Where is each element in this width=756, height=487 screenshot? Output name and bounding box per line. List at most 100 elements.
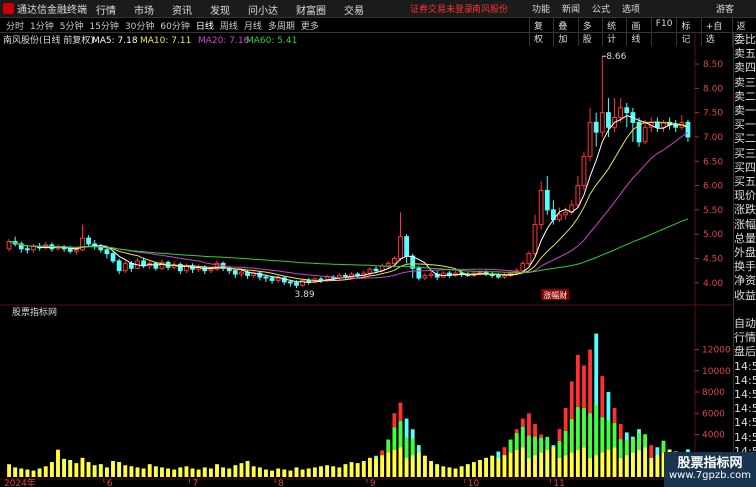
volume-bar-segment: [600, 452, 605, 477]
candle-body: [563, 211, 569, 216]
volume-bar-segment: [62, 458, 66, 477]
trade-login-alert[interactable]: 证券交易未登录: [410, 2, 473, 15]
tab-period[interactable]: 多周期: [268, 19, 295, 32]
chart-grid: [0, 33, 733, 487]
candle-body: [416, 267, 422, 279]
kline-chart[interactable]: 南风股份(日线 前复权) MA5: 7.18 MA10: 7.11 MA20: …: [0, 33, 733, 487]
volume-bar-segment: [270, 470, 274, 477]
candle-body: [587, 121, 593, 157]
volume-bar-segment: [643, 447, 648, 477]
volume-bar-segment: [533, 436, 537, 456]
volume-bar-segment: [380, 455, 385, 477]
volume-bar-segment: [386, 439, 391, 453]
menu-discover[interactable]: 发现: [210, 2, 230, 17]
menu-trade[interactable]: 交易: [344, 2, 364, 17]
date-tick-label: 2024年: [4, 477, 36, 487]
volume-bar-segment: [527, 457, 531, 477]
candle-body: [428, 273, 434, 277]
volume-tick-label: 8000: [702, 388, 725, 398]
volume-bar-segment: [588, 457, 592, 477]
tab-period[interactable]: 1分钟: [30, 19, 54, 32]
price-tick-label: 6.50: [703, 157, 723, 167]
volume-bar-segment: [105, 467, 109, 477]
candle-body: [122, 262, 128, 272]
stock-name-alert[interactable]: 南风股份: [472, 2, 508, 15]
volume-bar-segment: [563, 431, 568, 456]
volume-bar-segment: [276, 468, 281, 477]
volume-bar-segment: [227, 468, 232, 477]
tab-period[interactable]: 15分钟: [89, 19, 118, 32]
guest-label[interactable]: 游客: [716, 2, 734, 15]
menu-function[interactable]: 功能: [532, 2, 550, 15]
menu-options[interactable]: 选项: [622, 2, 640, 15]
candle-body: [67, 248, 73, 252]
volume-bar-segment: [172, 469, 177, 477]
candle-body: [116, 260, 122, 272]
tab-period[interactable]: 60分钟: [160, 19, 189, 32]
volume-bar-segment: [49, 462, 54, 477]
price-tick-label: 7.00: [703, 133, 723, 143]
volume-bar-segment: [294, 467, 299, 477]
tab-period[interactable]: 周线: [220, 19, 238, 32]
menu-news-right[interactable]: 新闻: [562, 2, 580, 15]
candle-body: [6, 241, 12, 250]
candle-body: [398, 236, 403, 260]
sidebar-item: 14:50: [734, 359, 756, 373]
volume-bar-segment: [423, 455, 427, 477]
tab-period[interactable]: 更多: [301, 19, 319, 32]
menu-wealth[interactable]: 财富圈: [296, 2, 326, 17]
volume-bar-segment: [594, 405, 599, 456]
candle-body: [263, 276, 269, 279]
candle-body: [538, 189, 544, 225]
tab-period-selected[interactable]: 日线: [196, 19, 214, 32]
date-tick-label: 9: [370, 479, 376, 487]
volume-bar-segment: [80, 457, 85, 477]
volume-bar-segment: [545, 436, 550, 450]
date-tick-label: 7: [193, 479, 199, 487]
candle-body: [275, 277, 281, 281]
volume-bar-segment: [618, 457, 623, 477]
volume-bar-segment: [563, 455, 568, 477]
volume-bar-segment: [643, 434, 648, 448]
volume-bar-segment: [520, 447, 525, 477]
volume-bar-segment: [575, 407, 580, 450]
volume-bar-segment: [141, 468, 146, 477]
sidebar-item: 买五: [734, 175, 756, 189]
sidebar-item: [734, 303, 756, 317]
volume-bar-segment: [98, 464, 103, 477]
tab-period[interactable]: 30分钟: [125, 19, 154, 32]
volume-bar-segment: [196, 469, 201, 477]
volume-bar-segment: [117, 462, 122, 477]
volume-bar-segment: [465, 464, 470, 477]
price-tick-label: 5.00: [703, 230, 723, 240]
sidebar-item: 总量: [734, 231, 756, 245]
volume-bar-segment: [368, 457, 372, 477]
price-tick-label: 8.00: [703, 84, 723, 94]
sidebar-item: 卖五: [734, 47, 756, 61]
volume-bar-segment: [600, 417, 605, 453]
tab-period[interactable]: 月线: [244, 19, 262, 32]
candle-body: [575, 185, 581, 206]
menu-formula[interactable]: 公式: [592, 2, 610, 15]
menu-quotes[interactable]: 行情: [96, 2, 116, 17]
volume-tick-label: 12000: [702, 346, 731, 356]
sidebar-item: 买二: [734, 132, 756, 146]
tab-period[interactable]: 分时: [6, 19, 24, 32]
price-tick-label: 8.50: [703, 60, 723, 70]
watermark: 股票指标网 www.7gpzb.com: [664, 452, 756, 487]
volume-bar-segment: [624, 439, 629, 456]
volume-bar-segment: [147, 464, 152, 477]
volume-bar-segment: [588, 413, 592, 458]
date-tick-label: 8: [278, 479, 284, 487]
volume-bar-segment: [31, 470, 36, 477]
menu-ask[interactable]: 问小达: [248, 2, 278, 17]
tab-period[interactable]: 5分钟: [60, 19, 84, 32]
candle-body: [110, 253, 116, 262]
volume-bar-segment: [43, 466, 48, 477]
volume-bar-segment: [312, 467, 317, 477]
candle-body: [25, 248, 30, 251]
volume-bar-segment: [539, 437, 544, 453]
candle-body: [239, 271, 244, 275]
menu-news[interactable]: 资讯: [172, 2, 192, 17]
menu-market[interactable]: 市场: [134, 2, 154, 17]
